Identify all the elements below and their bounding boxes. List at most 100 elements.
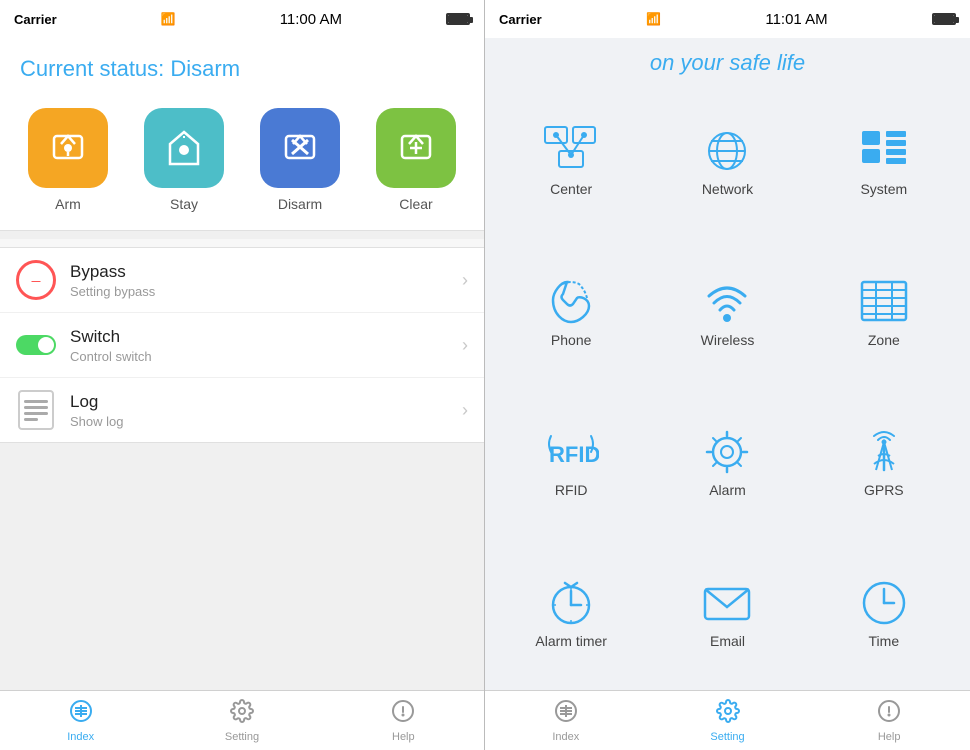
left-carrier: Carrier (14, 12, 57, 27)
alarm-grid-item[interactable]: Alarm (651, 389, 803, 536)
right-tab-setting[interactable]: Setting (647, 699, 809, 743)
wireless-svg (699, 276, 755, 326)
alarm-timer-grid-item[interactable]: Alarm timer (495, 540, 647, 687)
bypass-menu-item[interactable]: ⎯ Bypass Setting bypass › (0, 248, 484, 313)
setting-tab-icon (230, 699, 254, 729)
right-tab-index[interactable]: Index (485, 699, 647, 743)
log-menu-item[interactable]: Log Show log › (0, 378, 484, 442)
left-empty-space (0, 443, 484, 690)
time-grid-item[interactable]: Time (808, 540, 960, 687)
phone-label: Phone (551, 332, 591, 348)
tab-setting[interactable]: Setting (161, 699, 322, 743)
help-tab-label: Help (392, 731, 415, 743)
log-line-4 (24, 418, 38, 421)
setting-tab-label: Setting (225, 731, 259, 743)
tab-index[interactable]: Index (0, 699, 161, 743)
left-status-right (446, 13, 470, 25)
time-svg (856, 577, 912, 627)
right-screen-inner: on your safe life (485, 38, 970, 690)
switch-icon (16, 335, 56, 355)
center-svg (543, 125, 599, 175)
switch-menu-item[interactable]: Switch Control switch › (0, 313, 484, 378)
tab-help[interactable]: Help (323, 699, 484, 743)
bypass-text: Bypass Setting bypass (70, 262, 462, 299)
right-phone: Carrier 📶 11:01 AM on your safe life (485, 0, 970, 750)
alarm-timer-icon (543, 577, 599, 627)
help-tab-icon (391, 699, 415, 729)
wireless-icon (699, 276, 755, 326)
alarm-label: Alarm (709, 482, 746, 498)
network-svg (699, 125, 755, 175)
left-status-bar: Carrier 📶 11:00 AM (0, 0, 484, 38)
left-wifi-icon: 📶 (161, 12, 176, 26)
arm-button[interactable]: Arm (28, 108, 108, 212)
network-icon (699, 125, 755, 175)
phone-grid-item[interactable]: Phone (495, 239, 647, 386)
status-title: Current status: Disarm (0, 38, 484, 94)
right-carrier: Carrier (499, 12, 542, 27)
switch-knob (38, 337, 54, 353)
disarm-button[interactable]: Disarm (260, 108, 340, 212)
center-label: Center (550, 181, 592, 197)
network-label: Network (702, 181, 753, 197)
email-grid-item[interactable]: Email (651, 540, 803, 687)
system-svg (856, 125, 912, 175)
arm-icon (46, 126, 90, 170)
zone-grid-item[interactable]: Zone (808, 239, 960, 386)
right-time: 11:01 AM (765, 11, 827, 28)
right-tab-help[interactable]: Help (808, 699, 970, 743)
disarm-icon-bg (260, 108, 340, 188)
phone-svg (543, 276, 599, 326)
menu-spacer (0, 231, 484, 239)
left-battery-fill (448, 15, 468, 23)
switch-chevron: › (462, 335, 468, 356)
wireless-grid-item[interactable]: Wireless (651, 239, 803, 386)
arm-icon-bg (28, 108, 108, 188)
log-text: Log Show log (70, 392, 462, 429)
bypass-subtitle: Setting bypass (70, 284, 462, 299)
switch-title: Switch (70, 327, 462, 347)
switch-text: Switch Control switch (70, 327, 462, 364)
bypass-title: Bypass (70, 262, 462, 282)
right-index-tab-label: Index (552, 731, 579, 743)
rfid-icon: RFID (543, 426, 599, 476)
log-line-2 (24, 406, 48, 409)
disarm-icon (278, 126, 322, 170)
gprs-grid-item[interactable]: GPRS (808, 389, 960, 536)
alarm-icon (699, 426, 755, 476)
left-time: 11:00 AM (280, 11, 342, 28)
gprs-label: GPRS (864, 482, 904, 498)
log-chevron: › (462, 400, 468, 421)
stay-icon-bg (144, 108, 224, 188)
action-buttons: Arm Stay (0, 94, 484, 231)
left-screen: Current status: Disarm Arm (0, 38, 484, 690)
gprs-svg (856, 426, 912, 476)
log-line-3 (24, 412, 48, 415)
alarm-svg (699, 426, 755, 476)
right-index-tab-icon (554, 699, 578, 729)
right-tab-bar: Index Setting (485, 690, 970, 750)
center-grid-item[interactable]: Center (495, 88, 647, 235)
center-icon (543, 125, 599, 175)
tagline: on your safe life (485, 38, 970, 84)
right-wifi-icon: 📶 (646, 12, 661, 26)
gprs-icon (856, 426, 912, 476)
stay-button[interactable]: Stay (144, 108, 224, 212)
stay-label: Stay (170, 196, 198, 212)
switch-subtitle: Control switch (70, 349, 462, 364)
system-grid-item[interactable]: System (808, 88, 960, 235)
left-phone: Carrier 📶 11:00 AM Current status: Disar… (0, 0, 485, 750)
grid-menu: Center Network (485, 84, 970, 690)
time-icon (856, 577, 912, 627)
index-tab-label: Index (67, 731, 94, 743)
right-setting-tab-icon (716, 699, 740, 729)
clear-button[interactable]: Clear (376, 108, 456, 212)
clear-icon (394, 126, 438, 170)
right-battery-fill (934, 15, 954, 23)
log-title: Log (70, 392, 462, 412)
email-label: Email (710, 633, 745, 649)
rfid-grid-item[interactable]: RFID RFID (495, 389, 647, 536)
left-battery-icon (446, 13, 470, 25)
network-grid-item[interactable]: Network (651, 88, 803, 235)
zone-label: Zone (868, 332, 900, 348)
